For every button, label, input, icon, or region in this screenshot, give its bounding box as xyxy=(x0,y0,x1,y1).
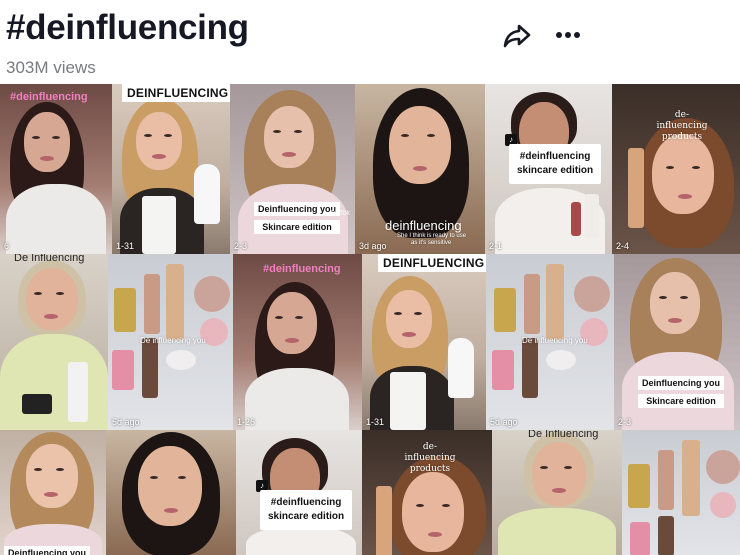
tile-badge: 1-31 xyxy=(116,241,135,251)
video-tile[interactable]: de-influencing products 2-4 xyxy=(612,84,740,254)
tile-caption: deinfluencing xyxy=(385,218,462,233)
video-tile[interactable]: Deinfluencing you xyxy=(0,430,106,555)
tile-badge: 5d ago xyxy=(490,417,518,427)
tile-caption: #deinfluencing skincare edition xyxy=(509,144,602,184)
caption-line: #deinfluencing xyxy=(519,151,591,162)
caption-line: products xyxy=(661,132,703,142)
tile-badge: 3d ago xyxy=(359,241,387,251)
video-tile[interactable] xyxy=(106,430,236,555)
tile-badge: 2-1 xyxy=(489,241,503,251)
tile-badge: 1-31 xyxy=(366,417,385,427)
video-tile[interactable]: De influencing you 5d ago xyxy=(108,254,233,430)
video-tile[interactable]: de-influencing products xyxy=(362,430,492,555)
tile-caption: De Influencing xyxy=(528,430,599,440)
caption-line: skincare edition xyxy=(268,511,345,522)
video-tile[interactable]: ♪ #deinfluencing skincare edition 2-1 xyxy=(485,84,612,254)
tile-subcaption: as it's sensitive xyxy=(411,240,452,246)
tile-badge: 2-3 xyxy=(618,417,632,427)
video-tile[interactable]: Deinfluencing you Skincare edition TikTo… xyxy=(230,84,355,254)
video-tile[interactable]: DEINFLUENCING 1-31 xyxy=(112,84,230,254)
tile-caption: DEINFLUENCING xyxy=(122,84,230,102)
tiktok-watermark: TikTok xyxy=(330,210,350,217)
caption-line: Deinfluencing you xyxy=(254,202,341,216)
more-options-button[interactable] xyxy=(551,18,585,52)
tile-badge: 2-4 xyxy=(616,241,630,251)
tile-caption: #deinfluencing xyxy=(263,263,341,275)
tile-badge: 6 xyxy=(4,241,10,251)
caption-line: Skincare edition xyxy=(638,394,725,408)
video-tile[interactable]: De Influencing xyxy=(492,430,622,555)
video-tile[interactable]: De Influencing xyxy=(0,254,108,430)
video-tile[interactable] xyxy=(622,430,740,555)
video-tile[interactable]: deinfluencing She I think is ready to us… xyxy=(355,84,485,254)
caption-line: Skincare edition xyxy=(254,220,341,234)
caption-line: skincare edition xyxy=(517,165,594,176)
video-tile[interactable]: DEINFLUENCING 1-31 xyxy=(362,254,486,430)
tile-caption: Deinfluencing you xyxy=(4,546,91,555)
caption-line: Deinfluencing you xyxy=(4,546,91,555)
tile-caption: de-influencing products xyxy=(652,110,712,143)
caption-line: #deinfluencing xyxy=(270,497,342,508)
share-arrow-icon xyxy=(503,24,531,48)
caption-line: products xyxy=(409,464,451,474)
tile-caption: #deinfluencing skincare edition xyxy=(260,490,353,530)
hashtag-title: #deinfluencing xyxy=(6,8,249,47)
video-tile[interactable]: #deinfluencing 6 xyxy=(0,84,112,254)
caption-line: de-influencing xyxy=(656,110,708,131)
view-count: 303M views xyxy=(6,58,96,77)
tile-caption: de-influencing products xyxy=(400,442,460,475)
video-tile[interactable]: De influencing you 5d ago xyxy=(486,254,614,430)
share-button[interactable] xyxy=(500,18,534,52)
video-tile[interactable]: ♪ #deinfluencing skincare edition xyxy=(236,430,362,555)
hashtag-header: #deinfluencing 303M views xyxy=(0,0,740,84)
video-tile[interactable]: #deinfluencing 1-26 xyxy=(233,254,362,430)
tile-caption: De influencing you xyxy=(140,336,206,345)
tile-subcaption: She I think is ready to use xyxy=(397,233,467,239)
tile-caption: Deinfluencing you Skincare edition xyxy=(254,202,341,238)
tile-badge: 5d ago xyxy=(112,417,140,427)
caption-line: Deinfluencing you xyxy=(638,376,725,390)
tile-caption: DEINFLUENCING xyxy=(378,254,486,272)
tile-caption: De Influencing xyxy=(14,254,85,264)
video-grid: #deinfluencing 6 DEINFLUENCING 1-31 Dein… xyxy=(0,84,740,555)
more-dots-icon xyxy=(556,32,580,38)
tile-badge: 1-26 xyxy=(237,417,256,427)
tile-caption: Deinfluencing you Skincare edition xyxy=(638,376,725,412)
tile-badge: 2-3 xyxy=(234,241,248,251)
caption-line: de-influencing xyxy=(404,442,456,463)
video-tile[interactable]: Deinfluencing you Skincare edition 2-3 xyxy=(614,254,740,430)
tile-caption: De influencing you xyxy=(522,336,588,345)
tile-caption: #deinfluencing xyxy=(10,91,88,103)
